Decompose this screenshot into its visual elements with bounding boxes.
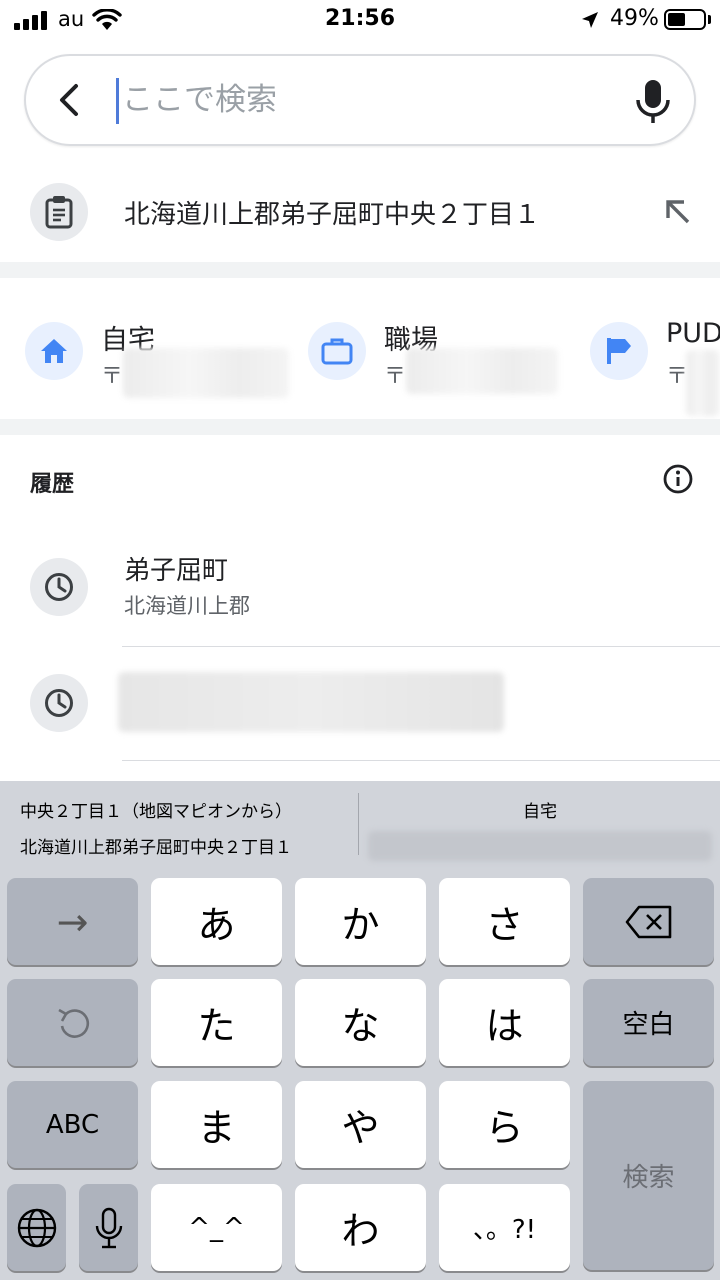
shortcut-pud[interactable]: PUD 〒 [590,306,720,416]
key-ra[interactable]: ら [439,1081,570,1168]
undo-icon [57,1008,89,1038]
location-arrow-icon [582,12,598,28]
row-divider [122,760,720,761]
shortcut-label: PUD [666,318,720,349]
redacted-address [686,350,720,416]
shortcut-work[interactable]: 職場 〒 [308,306,568,406]
key-ka[interactable]: か [295,878,426,965]
shortcut-address: 〒 [384,364,407,389]
key-ha[interactable]: は [439,979,570,1066]
clipboard-suggestion-text: 北海道川上郡弟子屈町中央２丁目１ [124,200,541,230]
globe-icon [17,1208,56,1247]
section-divider [0,262,720,278]
flag-icon [590,322,648,380]
history-item-subtitle: 北海道川上郡 [124,594,250,618]
redacted-prediction [368,831,712,861]
search-input[interactable] [122,70,602,130]
key-arrow-right[interactable]: → [7,878,138,965]
key-emoticon[interactable]: ^_^ [151,1184,282,1271]
battery-level-fill [668,13,685,26]
history-item[interactable] [0,656,720,732]
search-bar [24,54,696,146]
info-icon[interactable] [662,463,694,495]
history-item[interactable]: 弟子屈町 北海道川上郡 [0,540,720,644]
microphone-icon[interactable] [630,76,676,126]
key-a[interactable]: あ [151,878,282,965]
key-space[interactable]: 空白 [583,979,714,1066]
key-punctuation[interactable]: 、。?! [439,1184,570,1271]
prediction-separator [358,793,359,855]
keyboard: 中央２丁目１（地図マピオンから） 北海道川上郡弟子屈町中央２丁目１ 自宅 → あ… [0,781,720,1280]
key-wa[interactable]: わ [295,1184,426,1271]
clock-icon [30,674,88,732]
redacted-address [406,348,558,394]
battery-icon [664,9,706,30]
shortcut-home[interactable]: 自宅 〒 [25,306,295,406]
back-arrow-icon[interactable] [48,78,92,122]
row-divider [122,646,720,647]
arrow-up-left-icon[interactable] [662,196,694,228]
prediction-candidate-2[interactable]: 自宅 [360,781,720,867]
prediction-candidate-1[interactable]: 中央２丁目１（地図マピオンから） 北海道川上郡弟子屈町中央２丁目１ [0,781,358,867]
prediction-line: 中央２丁目１（地図マピオンから） [20,802,292,822]
key-ta[interactable]: た [151,979,282,1066]
shortcut-address: 〒 [666,364,689,389]
redacted-address [123,348,289,398]
key-search[interactable]: 検索 [583,1081,714,1270]
redacted-history-text [118,672,504,732]
home-icon [25,322,83,380]
briefcase-icon [308,322,366,380]
clipboard-suggestion-row[interactable]: 北海道川上郡弟子屈町中央２丁目１ [0,170,720,256]
key-undo[interactable] [7,979,138,1066]
clipboard-icon [30,183,88,241]
shortcut-address: 〒 [101,364,124,389]
prediction-bar: 中央２丁目１（地図マピオンから） 北海道川上郡弟子屈町中央２丁目１ 自宅 [0,781,720,867]
battery-cap [708,15,711,24]
prediction-label: 自宅 [523,802,557,822]
key-sa[interactable]: さ [439,878,570,965]
history-item-title: 弟子屈町 [124,556,229,586]
key-abc[interactable]: ABC [7,1081,138,1168]
text-cursor [116,78,119,124]
battery-percent: 49% [610,6,659,31]
clock-icon [30,558,88,616]
key-delete[interactable] [583,878,714,965]
history-heading: 履歴 [30,472,75,497]
key-ya[interactable]: や [295,1081,426,1168]
key-dictation[interactable] [79,1184,138,1271]
key-na[interactable]: な [295,979,426,1066]
microphone-icon [95,1207,122,1248]
key-globe[interactable] [7,1184,66,1271]
status-bar: au 21:56 49% [0,0,720,40]
key-ma[interactable]: ま [151,1081,282,1168]
backspace-icon [625,905,671,938]
section-divider [0,419,720,435]
prediction-line: 北海道川上郡弟子屈町中央２丁目１ [20,838,292,858]
